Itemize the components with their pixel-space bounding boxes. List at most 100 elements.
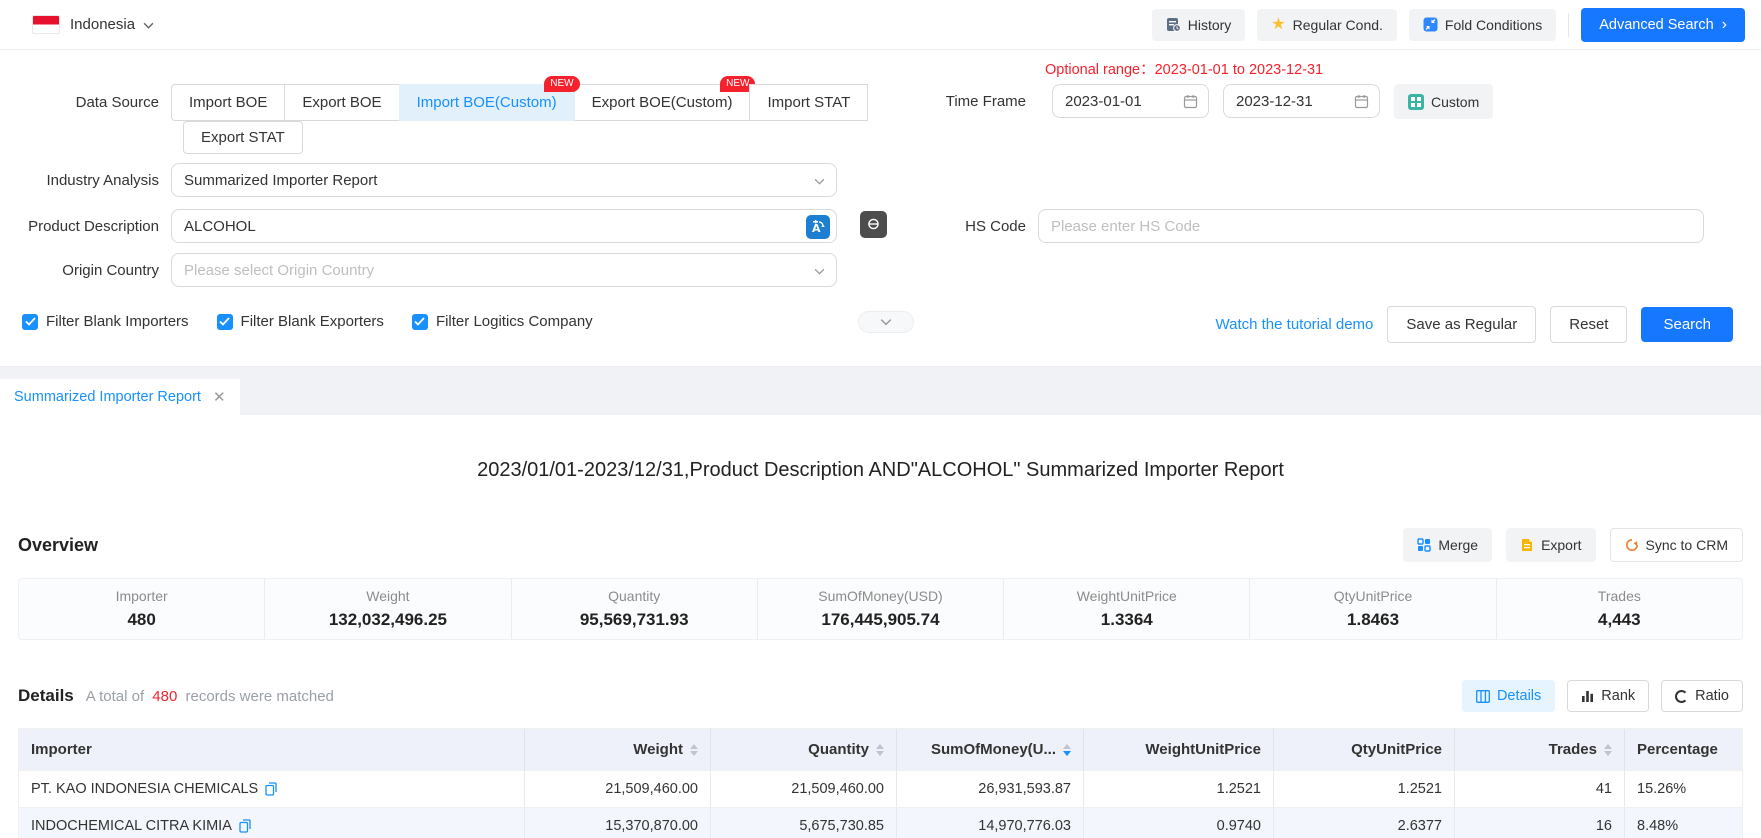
view-details-button[interactable]: Details bbox=[1462, 680, 1555, 712]
tab-label: Import STAT bbox=[767, 94, 850, 111]
chevron-down-icon bbox=[880, 316, 892, 328]
rank-icon bbox=[1581, 690, 1594, 703]
col-importer: Importer bbox=[19, 729, 525, 770]
tab-export-stat[interactable]: Export STAT bbox=[183, 121, 303, 154]
importer-name[interactable]: INDOCHEMICAL CITRA KIMIA bbox=[31, 818, 232, 834]
merge-button[interactable]: Merge bbox=[1403, 528, 1492, 562]
sort-icon-active[interactable] bbox=[1063, 744, 1071, 756]
hs-code-input[interactable] bbox=[1051, 218, 1691, 235]
star-icon: ★ bbox=[1271, 17, 1285, 33]
tab-label: Import BOE bbox=[189, 94, 267, 111]
tab-export-boe[interactable]: Export BOE bbox=[284, 84, 399, 121]
origin-country-label: Origin Country bbox=[0, 253, 171, 288]
column-label: SumOfMoney(U... bbox=[931, 741, 1056, 758]
history-label: History bbox=[1188, 17, 1232, 33]
table-header-row: Importer Weight Quantity SumOfMoney(U...… bbox=[19, 729, 1742, 770]
copy-icon[interactable] bbox=[239, 819, 251, 833]
date-from-input[interactable]: 2023-01-01 bbox=[1052, 84, 1209, 118]
merge-label: Merge bbox=[1438, 537, 1478, 553]
chevron-down-icon[interactable] bbox=[143, 20, 153, 30]
col-quantity[interactable]: Quantity bbox=[711, 729, 897, 770]
sync-to-crm-button[interactable]: Sync to CRM bbox=[1610, 528, 1743, 562]
result-tabbar: Summarized Importer Report ✕ bbox=[0, 379, 1761, 415]
cell-qty-unit-price: 2.6377 bbox=[1274, 808, 1455, 838]
checkbox-label: Filter Blank Importers bbox=[46, 313, 189, 330]
product-description-input[interactable] bbox=[184, 218, 824, 235]
view-ratio-button[interactable]: Ratio bbox=[1661, 680, 1743, 712]
details-title: Details bbox=[18, 686, 74, 706]
view-rank-button[interactable]: Rank bbox=[1567, 680, 1649, 712]
cell-weight-unit-price: 0.9740 bbox=[1084, 808, 1274, 838]
filter-blank-exporters-checkbox[interactable]: Filter Blank Exporters bbox=[217, 313, 384, 330]
custom-label: Custom bbox=[1431, 94, 1479, 110]
tab-import-stat[interactable]: Import STAT bbox=[749, 84, 868, 121]
export-button[interactable]: Export bbox=[1506, 528, 1595, 562]
col-qty-unit-price: QtyUnitPrice bbox=[1274, 729, 1455, 770]
close-icon[interactable]: ✕ bbox=[213, 390, 226, 405]
product-description-label: Product Description bbox=[0, 209, 171, 244]
stat-sum-of-money: SumOfMoney(USD) 176,445,905.74 bbox=[758, 579, 1004, 639]
export-icon bbox=[1520, 538, 1534, 552]
tutorial-demo-link[interactable]: Watch the tutorial demo bbox=[1216, 316, 1374, 333]
translate-icon[interactable]: A bbox=[806, 215, 830, 239]
table-row[interactable]: INDOCHEMICAL CITRA KIMIA 15,370,870.00 5… bbox=[19, 807, 1742, 838]
sort-icon[interactable] bbox=[1604, 744, 1612, 756]
tab-label: Export STAT bbox=[201, 129, 285, 146]
advanced-search-button[interactable]: Advanced Search › bbox=[1581, 8, 1745, 42]
tab-import-boe[interactable]: Import BOE bbox=[171, 84, 285, 121]
col-weight-unit-price: WeightUnitPrice bbox=[1084, 729, 1274, 770]
column-label: Trades bbox=[1549, 741, 1597, 758]
stat-value: 95,569,731.93 bbox=[580, 610, 689, 630]
cell-importer[interactable]: INDOCHEMICAL CITRA KIMIA bbox=[19, 808, 525, 838]
custom-range-button[interactable]: Custom bbox=[1394, 84, 1493, 119]
col-percentage: Percentage bbox=[1625, 729, 1742, 770]
col-weight[interactable]: Weight bbox=[525, 729, 711, 770]
origin-country-select[interactable]: Please select Origin Country bbox=[171, 253, 837, 287]
cell-importer[interactable]: PT. KAO INDONESIA CHEMICALS bbox=[19, 771, 525, 807]
date-to-input[interactable]: 2023-12-31 bbox=[1223, 84, 1380, 118]
column-label: Quantity bbox=[808, 741, 869, 758]
save-as-regular-button[interactable]: Save as Regular bbox=[1387, 306, 1536, 343]
custom-icon bbox=[1408, 94, 1424, 110]
tab-import-boe-custom[interactable]: Import BOE(Custom)NEW bbox=[399, 84, 575, 121]
cell-weight: 21,509,460.00 bbox=[525, 771, 711, 807]
industry-analysis-value: Summarized Importer Report bbox=[184, 172, 377, 189]
regular-cond-button[interactable]: ★ Regular Cond. bbox=[1257, 9, 1397, 41]
stat-importer: Importer 480 bbox=[19, 579, 265, 639]
cell-sum-of-money: 14,970,776.03 bbox=[897, 808, 1084, 838]
importer-name[interactable]: PT. KAO INDONESIA CHEMICALS bbox=[31, 781, 258, 797]
col-trades[interactable]: Trades bbox=[1455, 729, 1625, 770]
tab-export-boe-custom[interactable]: Export BOE(Custom)NEW bbox=[574, 84, 751, 121]
hs-code-label: HS Code bbox=[872, 209, 1038, 244]
new-badge: NEW bbox=[544, 76, 579, 92]
sort-icon[interactable] bbox=[690, 744, 698, 756]
report-area: 2023/01/01-2023/12/31,Product Descriptio… bbox=[0, 415, 1761, 838]
col-sum-of-money[interactable]: SumOfMoney(U... bbox=[897, 729, 1084, 770]
column-label: Weight bbox=[633, 741, 683, 758]
tab-label: Export BOE bbox=[302, 94, 381, 111]
stat-label: Quantity bbox=[608, 588, 660, 604]
search-button[interactable]: Search bbox=[1641, 307, 1733, 342]
country-selector-label[interactable]: Indonesia bbox=[70, 16, 135, 33]
view-ratio-label: Ratio bbox=[1695, 688, 1729, 704]
history-button[interactable]: History bbox=[1152, 9, 1246, 41]
checkbox-checked-icon bbox=[22, 314, 38, 330]
result-tab-label: Summarized Importer Report bbox=[14, 389, 201, 405]
industry-analysis-select[interactable]: Summarized Importer Report bbox=[171, 163, 837, 197]
filter-logistics-company-checkbox[interactable]: Filter Logitics Company bbox=[412, 313, 593, 330]
cell-qty-unit-price: 1.2521 bbox=[1274, 771, 1455, 807]
fold-conditions-button[interactable]: Fold Conditions bbox=[1409, 9, 1556, 41]
indonesia-flag-icon bbox=[32, 15, 60, 34]
search-form: Optional range：2023-01-01 to 2023-12-31 … bbox=[0, 50, 1761, 366]
expand-conditions-button[interactable] bbox=[858, 311, 914, 333]
copy-icon[interactable] bbox=[265, 782, 277, 796]
sort-icon[interactable] bbox=[876, 744, 884, 756]
reset-button[interactable]: Reset bbox=[1550, 306, 1627, 343]
tab-summarized-importer-report[interactable]: Summarized Importer Report ✕ bbox=[0, 379, 240, 415]
time-frame-label: Time Frame bbox=[872, 84, 1038, 119]
table-row[interactable]: PT. KAO INDONESIA CHEMICALS 21,509,460.0… bbox=[19, 770, 1742, 807]
filter-blank-importers-checkbox[interactable]: Filter Blank Importers bbox=[22, 313, 189, 330]
checkbox-label: Filter Blank Exporters bbox=[241, 313, 384, 330]
match-prefix: A total of bbox=[86, 688, 144, 705]
stat-value: 1.3364 bbox=[1101, 610, 1153, 630]
